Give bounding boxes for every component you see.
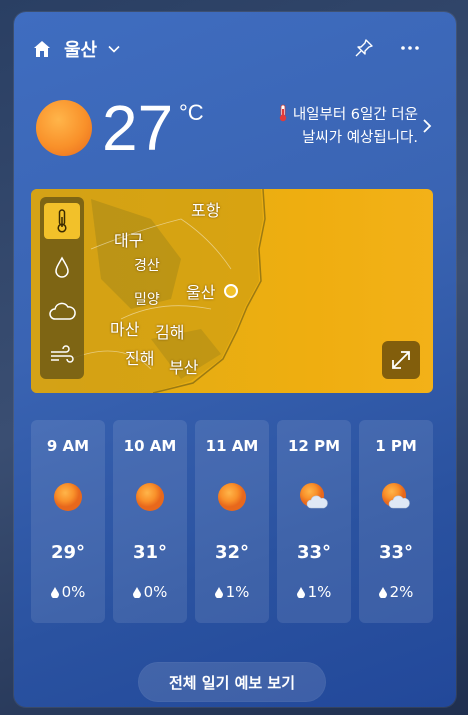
raindrop-icon (132, 587, 141, 598)
alert-line-1: 내일부터 6일간 더운 (292, 107, 418, 123)
pin-icon[interactable] (354, 38, 374, 58)
map-layer-toolbar (40, 197, 84, 379)
hourly-forecast-item[interactable]: 9 AM 29° 0% (31, 420, 105, 623)
partly-cloudy-icon (300, 483, 328, 509)
hour-time: 1 PM (375, 437, 417, 455)
home-icon (34, 41, 50, 57)
sunny-icon (136, 483, 164, 511)
hour-temperature: 32° (214, 542, 250, 563)
alert-line-2: 날씨가 예상됩니다. (302, 130, 418, 146)
expand-icon (392, 351, 410, 369)
more-icon[interactable] (398, 38, 422, 58)
wind-layer-button[interactable] (44, 337, 80, 373)
location-selector[interactable]: 울산 (32, 36, 121, 62)
map-label-busan: 부산 (169, 358, 199, 377)
map-label-masan: 마산 (110, 320, 140, 339)
map-label-daegu: 대구 (114, 231, 144, 250)
sunny-icon (36, 100, 92, 156)
raindrop-icon (50, 587, 59, 598)
full-forecast-button[interactable]: 전체 일기 예보 보기 (139, 663, 325, 701)
temperature-layer-button[interactable] (44, 203, 80, 239)
hour-precipitation: 1% (195, 583, 269, 601)
hour-time: 10 AM (123, 437, 177, 455)
map-label-jinhae: 진해 (125, 349, 155, 368)
map-label-ulsan: 울산 (186, 283, 216, 302)
chevron-down-icon (108, 45, 120, 53)
hour-time: 12 PM (287, 437, 341, 455)
wind-layer-icon (51, 345, 74, 363)
current-location-marker (224, 284, 238, 298)
current-temperature: 27 (102, 92, 174, 164)
hour-precipitation: 1% (277, 583, 351, 601)
thermometer-icon (279, 104, 287, 122)
temperature-layer-icon (57, 209, 67, 233)
hour-precipitation: 0% (113, 583, 187, 601)
map-label-gyeongsan: 경산 (134, 258, 160, 274)
hourly-forecast-item[interactable]: 11 AM 32° 1% (195, 420, 269, 623)
precipitation-layer-icon (55, 256, 69, 278)
map-label-pohang: 포항 (191, 201, 221, 220)
partly-cloudy-icon (382, 483, 410, 509)
hourly-forecast-item[interactable]: 1 PM 33° 2% (359, 420, 433, 623)
map-label-miryang: 밀양 (134, 292, 160, 308)
cloud-layer-icon (49, 302, 76, 320)
sunny-icon (218, 483, 246, 511)
raindrop-icon (214, 587, 223, 598)
hour-temperature: 33° (378, 542, 414, 563)
hour-time: 9 AM (46, 437, 90, 455)
sunny-icon (54, 483, 82, 511)
weather-widget-card: 울산 27 °C 내일부터 6일간 더운 날씨가 예상됩니다. 포항 대구 경산… (14, 12, 456, 707)
hourly-forecast-item[interactable]: 12 PM 33° 1% (277, 420, 351, 623)
hourly-forecast-item[interactable]: 10 AM 31° 0% (113, 420, 187, 623)
cloud-layer-button[interactable] (44, 293, 80, 329)
weather-map[interactable]: 포항 대구 경산 울산 밀양 마산 김해 진해 부산 (31, 189, 433, 393)
chevron-right-icon[interactable] (421, 118, 433, 134)
expand-map-button[interactable] (382, 341, 420, 379)
weather-alert[interactable]: 내일부터 6일간 더운 날씨가 예상됩니다. (228, 104, 418, 150)
hour-precipitation: 2% (359, 583, 433, 601)
raindrop-icon (296, 587, 305, 598)
hour-time: 11 AM (205, 437, 259, 455)
temperature-unit: °C (179, 100, 204, 125)
hour-precipitation: 0% (31, 583, 105, 601)
hour-temperature: 31° (132, 542, 168, 563)
hour-temperature: 29° (50, 542, 86, 563)
map-label-gimhae: 김해 (155, 323, 185, 342)
hour-temperature: 33° (296, 542, 332, 563)
location-name: 울산 (64, 40, 98, 61)
precipitation-layer-button[interactable] (44, 249, 80, 285)
raindrop-icon (378, 587, 387, 598)
